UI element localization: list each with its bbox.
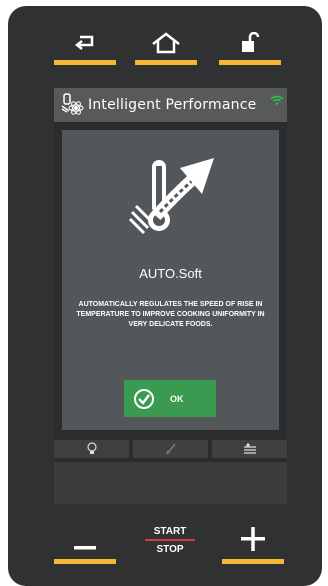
- plus-button[interactable]: [222, 524, 284, 564]
- back-button-underline: [54, 60, 116, 65]
- home-button-underline: [135, 60, 197, 65]
- ok-button-label: OK: [170, 393, 184, 404]
- ok-button[interactable]: OK: [124, 380, 216, 417]
- plus-icon: [241, 527, 265, 555]
- start-label: START: [153, 526, 187, 537]
- program-info-panel: AUTO.Soft AUTOMATICALLY REGULATES THE SP…: [62, 130, 279, 430]
- check-circle-icon: [124, 388, 164, 410]
- unlock-icon: [239, 30, 261, 56]
- lock-button-underline: [219, 60, 281, 65]
- start-stop-divider: [145, 539, 195, 541]
- home-icon: [150, 30, 182, 56]
- stop-label: STOP: [156, 544, 184, 555]
- display-screen: Intelligent Performance AUTO.Soft AUTOMA…: [54, 88, 287, 504]
- lightbulb-icon: [86, 440, 97, 459]
- tab-settings[interactable]: [212, 440, 287, 458]
- tab-probe[interactable]: [133, 440, 208, 458]
- minus-icon: [74, 536, 96, 555]
- wifi-icon: [270, 90, 284, 109]
- program-description: AUTOMATICALLY REGULATES THE SPEED OF RIS…: [76, 301, 265, 328]
- back-button[interactable]: [54, 30, 116, 68]
- top-bar: [0, 0, 328, 70]
- probe-icon: [165, 440, 177, 459]
- home-button[interactable]: [135, 30, 197, 68]
- bottom-bar: START STOP: [0, 520, 328, 570]
- tab-advice[interactable]: [54, 440, 129, 458]
- program-name: AUTO.Soft: [139, 266, 202, 281]
- program-header: Intelligent Performance: [54, 88, 287, 122]
- tab-content-area: [54, 462, 287, 504]
- levels-icon: [243, 440, 257, 459]
- minus-button[interactable]: [54, 524, 116, 564]
- page-title: Intelligent Performance: [88, 97, 257, 113]
- lock-button[interactable]: [219, 30, 281, 68]
- tab-bar: [54, 440, 287, 458]
- minus-button-underline: [54, 559, 116, 564]
- start-stop-button[interactable]: START STOP: [140, 526, 200, 555]
- auto-soft-icon: [122, 156, 222, 250]
- intelligent-performance-icon: [54, 88, 88, 122]
- plus-button-underline: [222, 559, 284, 564]
- back-arrow-icon: [74, 30, 96, 56]
